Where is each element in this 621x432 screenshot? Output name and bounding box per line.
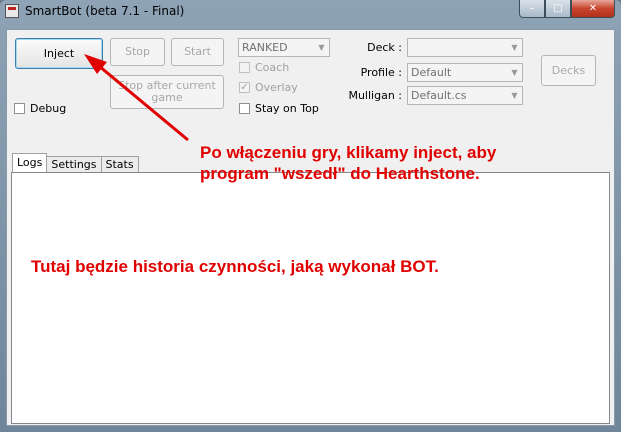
annotation-arrow: [84, 54, 189, 142]
log-annotation: Tutaj będzie historia czynności, jaką wy…: [31, 257, 439, 276]
tab-logs[interactable]: Logs: [12, 153, 48, 172]
annotation-arrow-line: [98, 64, 189, 142]
inject-annotation: Po włączeniu gry, klikamy inject, aby pr…: [200, 142, 496, 184]
inject-annotation-line-1: Po włączeniu gry, klikamy inject, aby: [200, 143, 497, 162]
app-window: SmartBot (beta 7.1 - Final) – □ ✕ Inject…: [0, 0, 621, 432]
inject-annotation-line-2: program "wszedł" do Hearthstone.: [200, 164, 480, 183]
